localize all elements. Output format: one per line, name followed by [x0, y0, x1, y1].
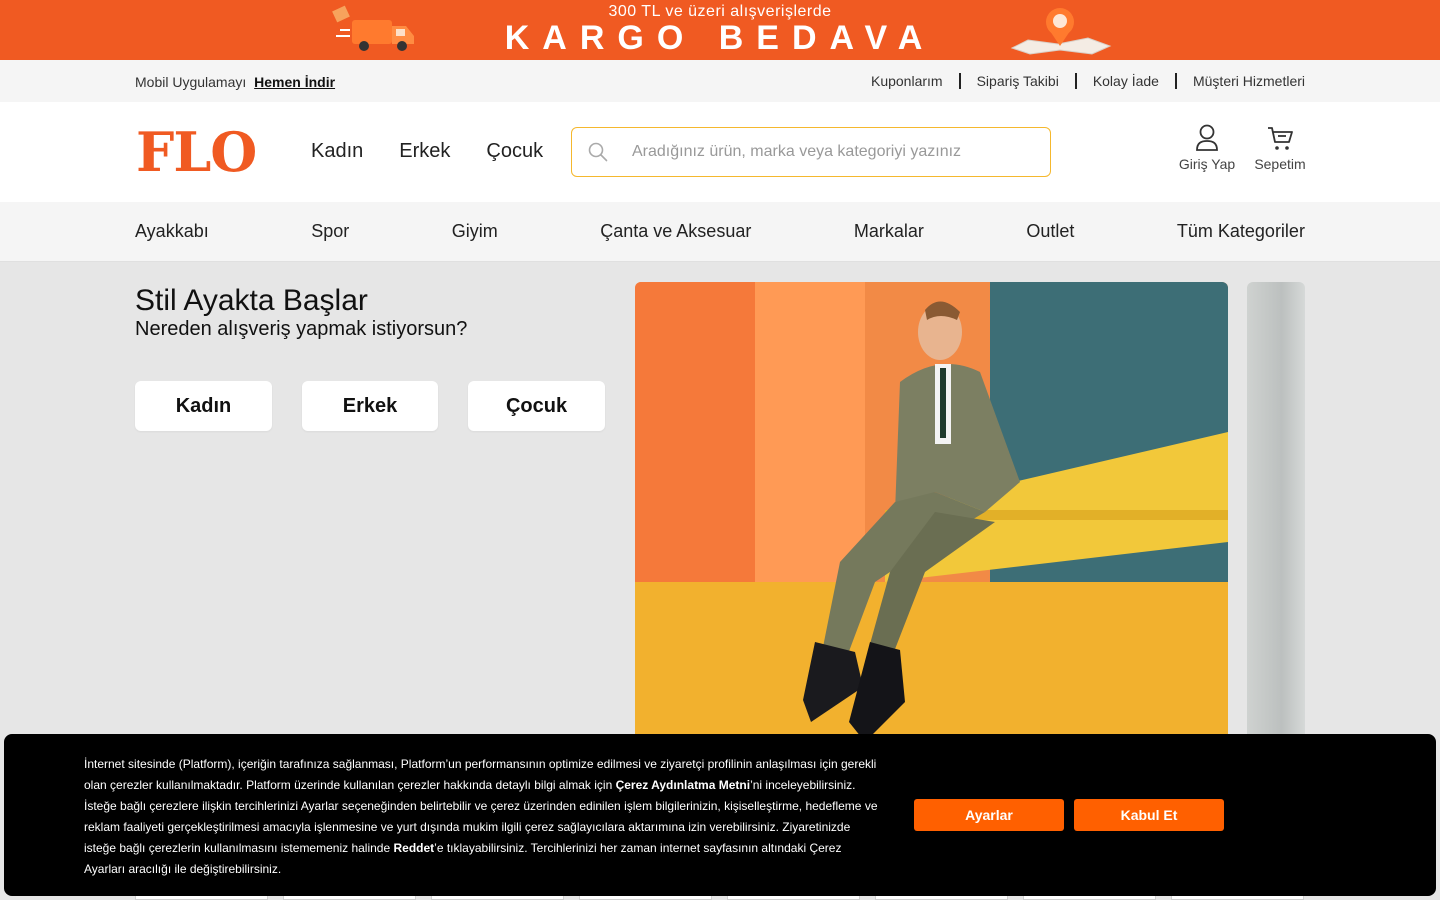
category-shoes[interactable]: Ayakkabı	[135, 221, 209, 242]
category-all[interactable]: Tüm Kategoriler	[1177, 221, 1305, 242]
hero-banner-image[interactable]	[635, 282, 1228, 752]
customer-service-link[interactable]: Müşteri Hizmetleri	[1193, 73, 1305, 89]
main-header: FLO Kadın Erkek Çocuk Giriş Yap Sepetim	[0, 102, 1440, 202]
cookie-consent-banner: İnternet sitesinde (Platform), içeriğin …	[4, 734, 1436, 896]
search-box[interactable]	[571, 127, 1051, 177]
app-download-link[interactable]: Hemen İndir	[254, 74, 335, 90]
next-slide-preview[interactable]	[1247, 282, 1305, 752]
order-tracking-link[interactable]: Sipariş Takibi	[977, 73, 1059, 89]
hero-photo	[635, 282, 1228, 752]
coupons-link[interactable]: Kuponlarım	[871, 73, 943, 89]
login-label: Giriş Yap	[1178, 156, 1236, 172]
hero-title: Stil Ayakta Başlar	[135, 284, 368, 317]
nav-kids[interactable]: Çocuk	[486, 140, 543, 163]
divider	[958, 73, 961, 89]
promo-banner[interactable]: 300 TL ve üzeri alışverişlerde KARGO BED…	[0, 0, 1440, 60]
cart-label: Sepetim	[1254, 156, 1306, 172]
cookie-text: İnternet sitesinde (Platform), içeriğin …	[84, 754, 884, 880]
utility-links: Kuponlarım Sipariş Takibi Kolay İade Müş…	[871, 73, 1305, 89]
cookie-policy-link[interactable]: Çerez Aydınlatma Metni	[616, 778, 750, 792]
easy-return-link[interactable]: Kolay İade	[1093, 73, 1159, 89]
divider	[1174, 73, 1177, 89]
category-outlet[interactable]: Outlet	[1026, 221, 1074, 242]
cart-button[interactable]: Sepetim	[1252, 124, 1308, 172]
search-input[interactable]	[632, 143, 1012, 161]
user-icon	[1196, 124, 1218, 151]
login-button[interactable]: Giriş Yap	[1178, 124, 1236, 172]
hero-women-button[interactable]: Kadın	[135, 381, 272, 431]
category-nav: Ayakkabı Spor Giyim Çanta ve Aksesuar Ma…	[0, 202, 1440, 262]
divider	[1074, 73, 1077, 89]
cookie-accept-button[interactable]: Kabul Et	[1074, 799, 1224, 831]
cookie-reject-link[interactable]: Reddet	[394, 841, 435, 855]
category-brands[interactable]: Markalar	[854, 221, 924, 242]
nav-women[interactable]: Kadın	[311, 140, 363, 163]
map-pin-icon	[1010, 8, 1112, 55]
flo-logo[interactable]: FLO	[136, 124, 257, 180]
category-clothing[interactable]: Giyim	[452, 221, 498, 242]
hero-men-button[interactable]: Erkek	[302, 381, 438, 431]
cart-icon	[1268, 127, 1293, 150]
app-download: Mobil Uygulamayı Hemen İndir	[135, 74, 335, 90]
search-icon	[588, 142, 608, 162]
category-bags-accessories[interactable]: Çanta ve Aksesuar	[600, 221, 751, 242]
hero-kids-button[interactable]: Çocuk	[468, 381, 605, 431]
category-sport[interactable]: Spor	[311, 221, 349, 242]
nav-men[interactable]: Erkek	[399, 140, 450, 163]
cookie-settings-button[interactable]: Ayarlar	[914, 799, 1064, 831]
gender-nav: Kadın Erkek Çocuk	[311, 140, 543, 163]
promo-headline: KARGO BEDAVA	[504, 19, 936, 57]
app-download-label: Mobil Uygulamayı	[135, 74, 247, 90]
utility-bar: Mobil Uygulamayı Hemen İndir Kuponlarım …	[0, 60, 1440, 102]
hero-subtitle: Nereden alışveriş yapmak istiyorsun?	[135, 318, 468, 340]
